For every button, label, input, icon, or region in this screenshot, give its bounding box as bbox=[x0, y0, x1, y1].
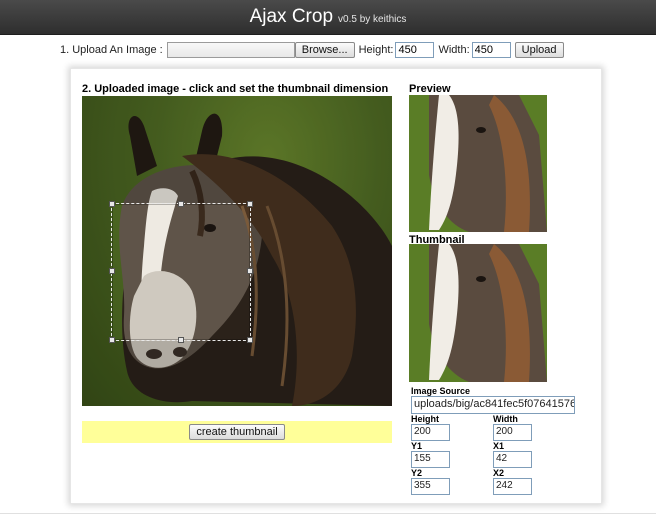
x1-label: X1 bbox=[493, 441, 505, 451]
height-label: Height: bbox=[358, 44, 394, 56]
footer-divider bbox=[0, 513, 656, 514]
app-header: Ajax Crop v0.5 by keithics bbox=[0, 0, 656, 35]
upload-height-input[interactable] bbox=[395, 42, 435, 58]
thumbnail-image bbox=[409, 244, 547, 382]
resize-handle-nw[interactable] bbox=[109, 201, 115, 207]
crop-panel: 2. Uploaded image - click and set the th… bbox=[70, 68, 602, 504]
overlay-top bbox=[82, 96, 392, 203]
create-thumbnail-button[interactable]: create thumbnail bbox=[189, 424, 285, 440]
resize-handle-w[interactable] bbox=[109, 268, 115, 274]
width-field-label: Width bbox=[493, 414, 518, 424]
y2-label: Y2 bbox=[411, 468, 423, 478]
create-thumbnail-bar: create thumbnail bbox=[82, 421, 392, 443]
overlay-bottom bbox=[82, 341, 392, 406]
height-field-label: Height bbox=[411, 414, 439, 424]
thumb-height-input[interactable]: 200 bbox=[411, 424, 450, 441]
y1-label: Y1 bbox=[411, 441, 423, 451]
app-version: v0.5 by keithics bbox=[338, 14, 407, 25]
x2-input[interactable]: 242 bbox=[493, 478, 532, 495]
upload-button[interactable]: Upload bbox=[514, 42, 564, 58]
uploaded-image[interactable] bbox=[82, 96, 392, 406]
preview-heading: Preview bbox=[409, 83, 451, 95]
resize-handle-ne[interactable] bbox=[247, 201, 253, 207]
upload-width-input[interactable] bbox=[471, 42, 511, 58]
upload-row: 1. Upload An Image : Browse... Height: W… bbox=[60, 41, 564, 59]
y2-input[interactable]: 355 bbox=[411, 478, 450, 495]
upload-label: 1. Upload An Image : bbox=[60, 44, 163, 56]
overlay-right bbox=[251, 203, 392, 341]
resize-handle-e[interactable] bbox=[247, 268, 253, 274]
width-label: Width: bbox=[438, 44, 470, 56]
x2-label: X2 bbox=[493, 468, 505, 478]
x1-input[interactable]: 42 bbox=[493, 451, 532, 468]
resize-handle-n[interactable] bbox=[178, 201, 184, 207]
resize-handle-s[interactable] bbox=[178, 337, 184, 343]
main-heading: 2. Uploaded image - click and set the th… bbox=[82, 83, 389, 95]
app-title: Ajax Crop bbox=[249, 6, 334, 27]
browse-button[interactable]: Browse... bbox=[294, 42, 355, 58]
image-source-input[interactable]: uploads/big/ac841fec5f07641576428a19 bbox=[411, 396, 575, 414]
resize-handle-sw[interactable] bbox=[109, 337, 115, 343]
y1-input[interactable]: 155 bbox=[411, 451, 450, 468]
resize-handle-se[interactable] bbox=[247, 337, 253, 343]
overlay-left bbox=[82, 203, 111, 341]
preview-image bbox=[409, 95, 547, 232]
image-source-label: Image Source bbox=[411, 386, 471, 396]
crop-selection[interactable] bbox=[109, 201, 253, 343]
thumb-width-input[interactable]: 200 bbox=[493, 424, 532, 441]
file-path-field[interactable] bbox=[166, 42, 295, 58]
